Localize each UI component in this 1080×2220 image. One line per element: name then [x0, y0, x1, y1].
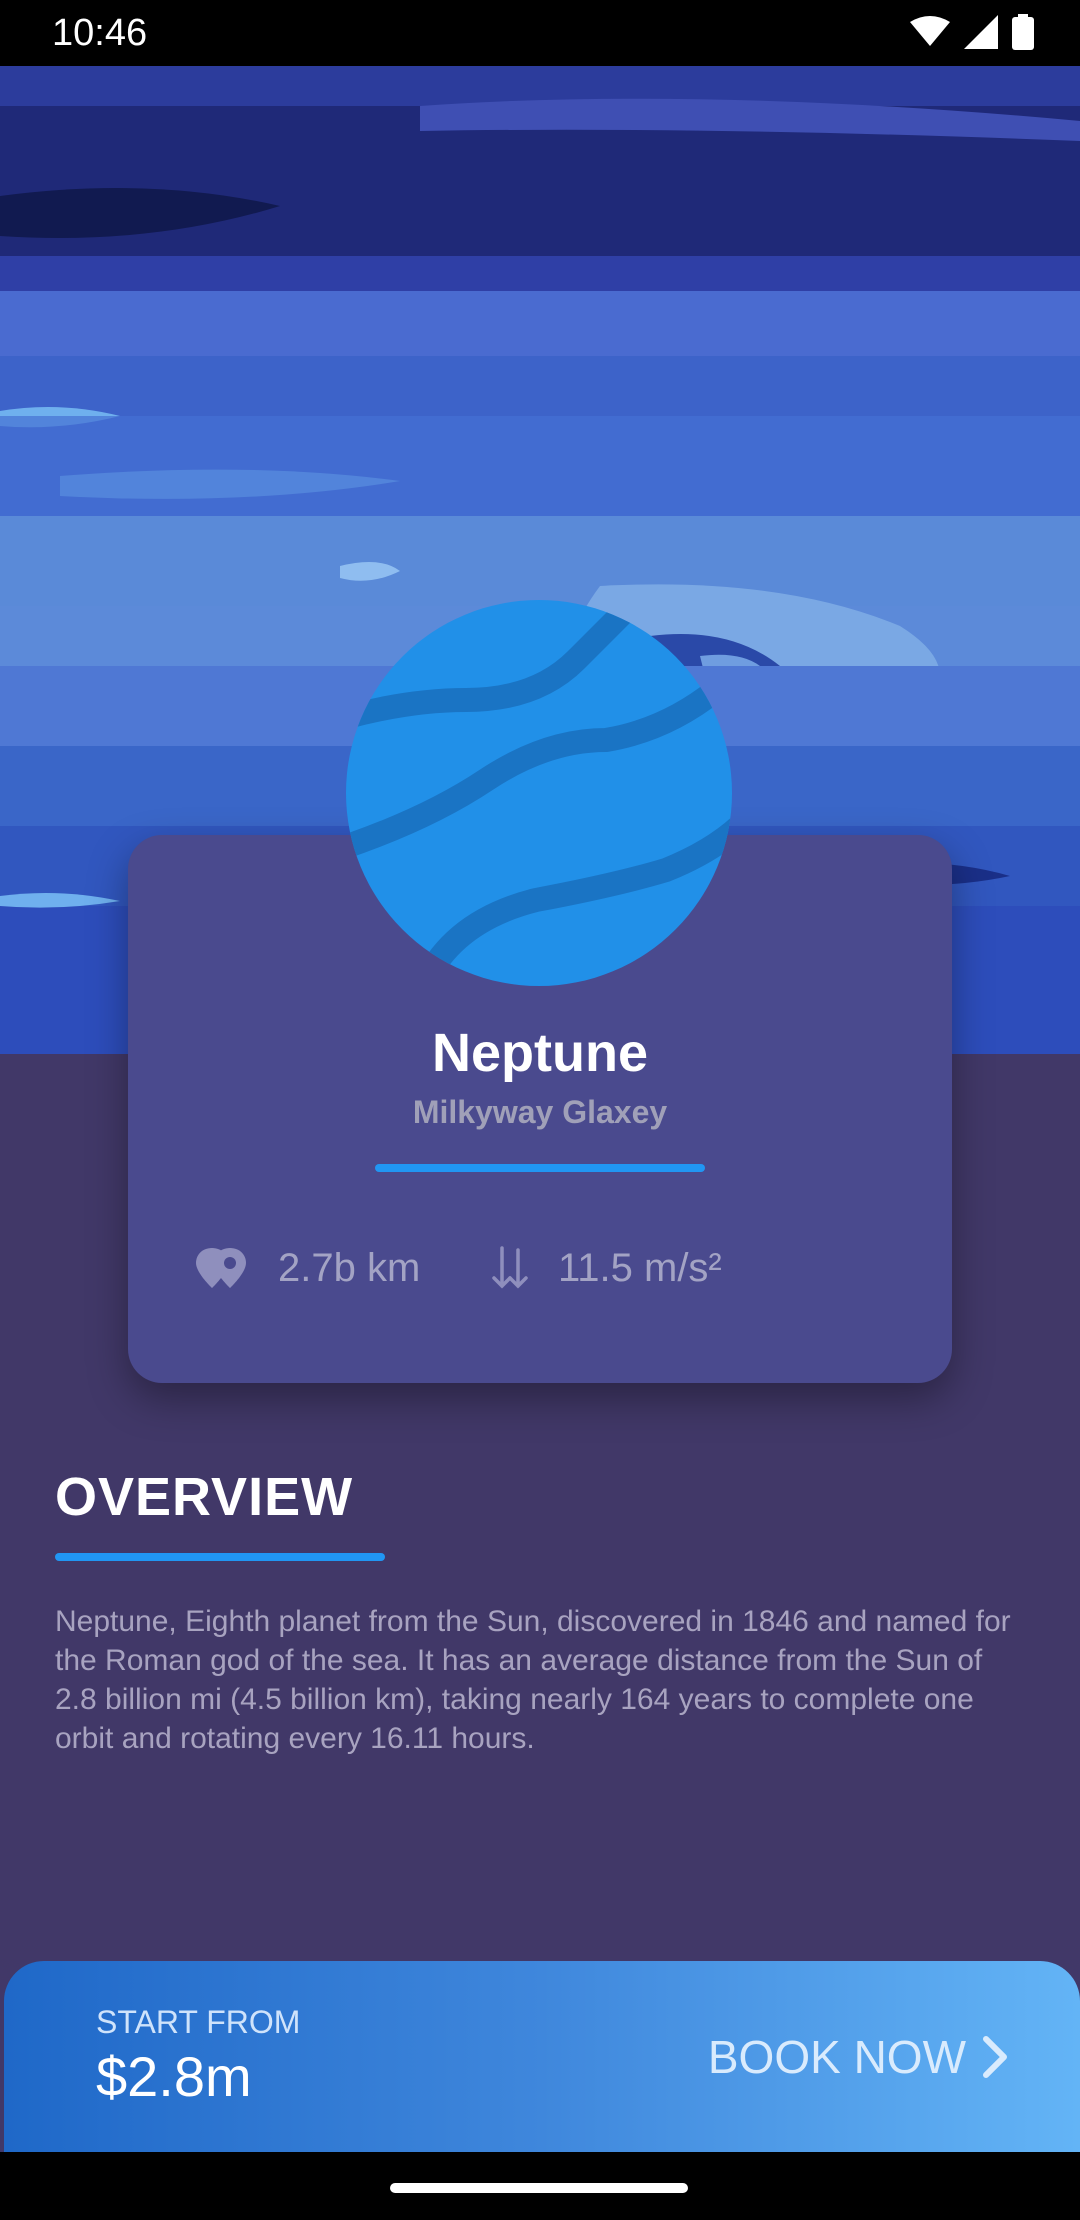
gravity-value: 11.5 m/s² [558, 1245, 722, 1290]
neptune-planet-image [346, 600, 732, 986]
overview-description: Neptune, Eighth planet from the Sun, dis… [55, 1605, 1011, 1755]
book-now-button[interactable]: BOOK NOW [708, 2024, 1008, 2090]
price-value: $2.8m [96, 2045, 252, 2108]
gravity-stat: 11.5 m/s² [490, 1238, 722, 1298]
distance-stat: 2.7b km [194, 1238, 420, 1298]
planet-name: Neptune [432, 1023, 648, 1083]
status-time: 10:46 [52, 12, 148, 54]
battery-icon [1012, 14, 1034, 50]
card-accent-underline [375, 1164, 705, 1172]
book-now-label: BOOK NOW [707, 2031, 966, 2083]
status-bar: 10:46 [0, 0, 1080, 66]
wifi-icon [910, 16, 950, 46]
overview-title: OVERVIEW [55, 1467, 354, 1527]
planet-detail-screen: 10:46 Neptune Milkyway Glaxey 2.7b km 11… [0, 0, 1080, 2220]
map-marker-icon [196, 1248, 246, 1288]
gravity-arrows-icon [492, 1246, 528, 1289]
overview-underline [55, 1553, 385, 1561]
galaxy-name: Milkyway Glaxey [412, 1094, 668, 1130]
home-indicator[interactable] [390, 2183, 688, 2193]
distance-value: 2.7b km [278, 1245, 421, 1290]
start-from-label: START FROM [96, 2004, 301, 2040]
status-icons [910, 14, 1034, 50]
signal-icon [964, 15, 998, 49]
chevron-right-icon [983, 2036, 1007, 2078]
